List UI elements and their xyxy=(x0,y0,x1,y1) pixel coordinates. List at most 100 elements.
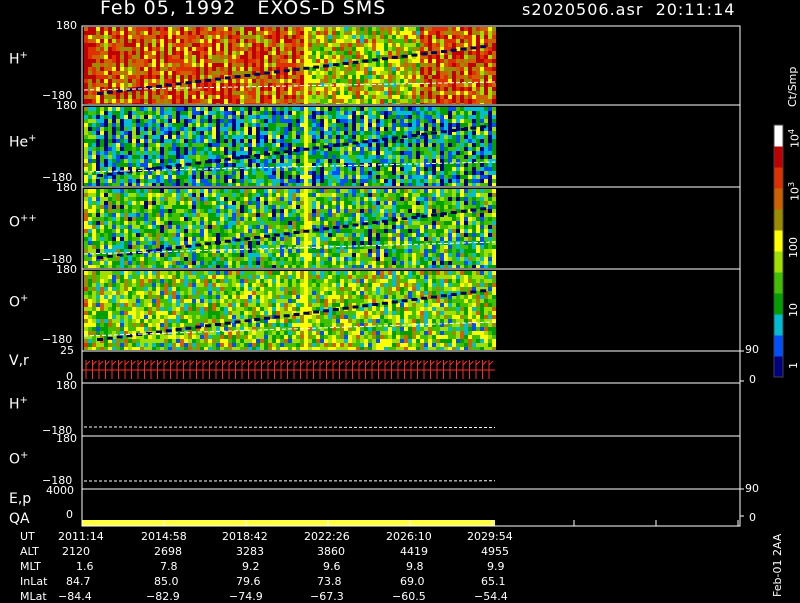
oplus-track-segment xyxy=(470,291,476,294)
opp-track-segment xyxy=(176,246,182,249)
vr-bar-tick xyxy=(294,361,298,365)
eph-ut-5: 2029:54 xyxy=(467,530,513,543)
hplus-track-segment xyxy=(343,62,349,65)
opp-track-segment xyxy=(303,230,309,233)
opp-track-segment xyxy=(185,245,191,248)
vr-bar-tick xyxy=(301,361,305,365)
plot-canvas xyxy=(0,0,800,600)
heplus-track-segment xyxy=(107,173,113,176)
heplus-track-segment xyxy=(470,127,476,130)
hplus-track-segment xyxy=(333,63,339,66)
heplus-track-segment xyxy=(264,153,270,156)
heplus-track-segment xyxy=(176,164,182,167)
colorbar-tick-1: 1 xyxy=(787,362,800,369)
heplus-track-segment xyxy=(97,174,103,177)
hplus-track-segment xyxy=(195,80,201,83)
eph-alt-4: 4419 xyxy=(400,545,428,558)
opp-track-segment xyxy=(264,235,270,238)
colorbar-swatch xyxy=(774,209,783,231)
vr-bar-tick xyxy=(437,361,441,365)
heplus-track-segment xyxy=(117,172,123,175)
eph-ut-3: 2022:26 xyxy=(304,530,350,543)
eph-mlt-3: 9.6 xyxy=(323,560,341,573)
oplus-track-segment xyxy=(352,306,358,309)
hplus-spectrogram-label: H+ xyxy=(9,50,28,68)
oplus-track-segment xyxy=(294,313,300,316)
oplus-track-segment xyxy=(480,289,486,292)
hplus-track-segment xyxy=(470,46,476,49)
vr-bar-tick xyxy=(346,361,350,365)
vr-bar-tick xyxy=(138,361,142,365)
heplus-ytick-top: 180 xyxy=(56,99,77,112)
opp-ytick-top: 180 xyxy=(56,181,77,194)
colorbar-tick-10000: 104 xyxy=(787,129,800,148)
vr-bar-tick xyxy=(379,361,383,365)
oplus-track-segment xyxy=(97,338,103,341)
oplus-track-segment xyxy=(323,309,329,312)
opp-track-segment xyxy=(372,221,378,224)
opp-track-segment xyxy=(431,214,437,217)
hplus-track-segment xyxy=(185,81,191,84)
eph-alt-2: 3283 xyxy=(236,545,264,558)
oplus-track-segment xyxy=(431,296,437,299)
heplus-track-segment xyxy=(235,157,241,160)
opp-track-segment xyxy=(352,224,358,227)
hplus-track-segment xyxy=(235,75,241,78)
vr-bar-tick xyxy=(275,361,279,365)
opp-track-segment xyxy=(215,241,221,244)
hplus-spectrogram xyxy=(84,27,496,104)
eph-inlat-5: 65.1 xyxy=(481,575,506,588)
vr-bar-tick xyxy=(444,361,448,365)
heplus-track-segment xyxy=(480,125,486,128)
vr-bar-tick xyxy=(340,361,344,365)
eph-alt-1: 2698 xyxy=(154,545,182,558)
opp-track-segment xyxy=(421,215,427,218)
opp-track-segment xyxy=(205,242,211,245)
vr-bar-tick xyxy=(327,361,331,365)
vr-bar-tick xyxy=(281,361,285,365)
vr-bar-tick xyxy=(210,361,214,365)
heplus-track-segment xyxy=(313,147,319,150)
vr-bar-tick xyxy=(424,361,428,365)
heplus-track-segment xyxy=(185,163,191,166)
vr-bar-tick xyxy=(483,361,487,365)
heplus-spectrogram xyxy=(84,107,496,186)
vr-right-tick-top: 90 xyxy=(745,343,759,356)
oplus-track-segment xyxy=(303,312,309,315)
eph-ut-1: 2014:58 xyxy=(141,530,187,543)
heplus-track-segment xyxy=(352,142,358,145)
vr-bar-tick xyxy=(229,361,233,365)
opp-track-segment xyxy=(362,222,368,225)
vr-bar-tick xyxy=(333,361,337,365)
opp-track-segment xyxy=(117,254,123,257)
vr-bar-tick xyxy=(145,361,149,365)
opp-track-segment xyxy=(244,237,250,240)
hplus-track-segment xyxy=(352,61,358,64)
hplus-track-segment xyxy=(392,56,398,59)
colorbar-unit: Ct/Smp xyxy=(786,67,799,107)
opp-track-segment xyxy=(195,244,201,247)
heplus-track-segment xyxy=(362,140,368,143)
opp-track-segment xyxy=(107,255,113,258)
eph-label-alt: ALT xyxy=(20,545,39,558)
eph-mlt-5: 9.9 xyxy=(487,560,505,573)
opp-track-segment xyxy=(480,207,486,210)
oplus-track-segment xyxy=(264,317,270,320)
vr-bar-tick xyxy=(489,361,493,365)
vr-bar-tick xyxy=(190,361,194,365)
oplus-track-segment xyxy=(313,311,319,314)
hplus-track-segment xyxy=(225,76,231,79)
vr-bar-tick xyxy=(158,361,162,365)
vr-right-tick-bottom: 0 xyxy=(749,373,756,386)
hplus-track-segment xyxy=(411,54,417,57)
heplus-track-segment xyxy=(284,150,290,153)
qa-label: QA xyxy=(9,511,30,527)
oplus-spectrogram xyxy=(84,271,496,350)
hplus-track-segment xyxy=(284,69,290,72)
opp-track-segment xyxy=(156,249,162,252)
heplus-track-segment xyxy=(411,134,417,137)
opp-track-segment xyxy=(451,211,457,214)
hplus-line-label: H+ xyxy=(9,395,28,413)
oplus-track-segment xyxy=(451,293,457,296)
oplus-track-segment xyxy=(274,316,280,319)
